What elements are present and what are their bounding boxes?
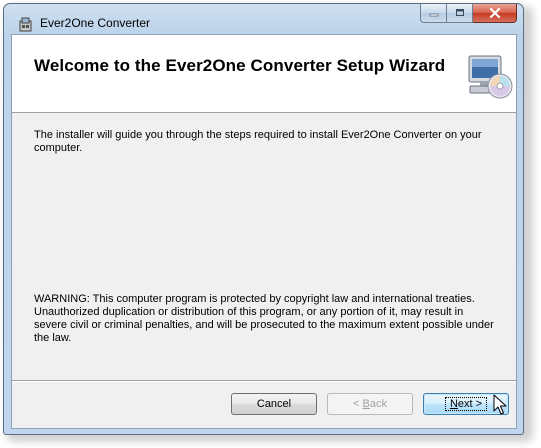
- computer-cd-icon: [468, 55, 513, 99]
- close-icon: [489, 8, 500, 18]
- next-focus-rect: Next >: [444, 397, 488, 411]
- next-label: ext >: [457, 398, 483, 410]
- caption-buttons: [420, 4, 517, 24]
- cancel-button[interactable]: Cancel: [231, 393, 317, 415]
- copyright-warning: WARNING: This computer program is protec…: [34, 293, 494, 344]
- minimize-button[interactable]: [420, 4, 447, 23]
- close-button[interactable]: [473, 4, 517, 23]
- back-mnemonic: B: [362, 398, 370, 410]
- maximize-icon: [455, 9, 464, 16]
- minimize-icon: [429, 13, 438, 17]
- arrow-cursor-icon: [493, 394, 507, 415]
- installer-window: Ever2One Converter Welcome to the Ever2O…: [3, 3, 524, 435]
- back-label: ack: [369, 398, 387, 410]
- wizard-banner: Welcome to the Ever2One Converter Setup …: [12, 35, 516, 113]
- next-mnemonic: N: [449, 398, 458, 410]
- wizard-title: Welcome to the Ever2One Converter Setup …: [34, 56, 446, 75]
- window-title: Ever2One Converter: [40, 16, 151, 30]
- back-button[interactable]: < Back: [327, 393, 413, 415]
- back-prefix: <: [353, 398, 363, 410]
- wizard-client-area: Welcome to the Ever2One Converter Setup …: [11, 34, 517, 429]
- maximize-button[interactable]: [447, 4, 473, 23]
- intro-text: The installer will guide you through the…: [34, 129, 482, 154]
- installer-app-icon: [19, 17, 32, 32]
- footer-divider: [12, 380, 516, 382]
